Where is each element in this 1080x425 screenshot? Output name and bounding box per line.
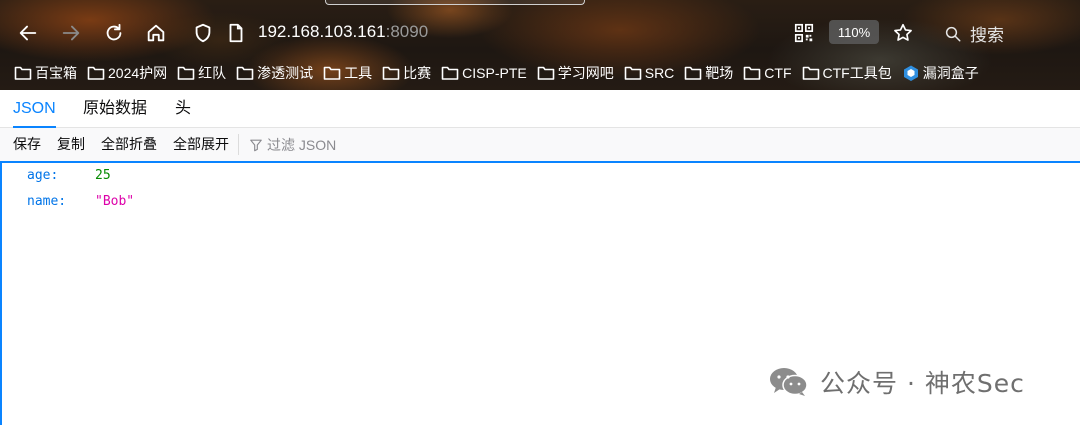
folder-icon <box>236 66 254 80</box>
json-row[interactable]: age: 25 <box>27 168 111 183</box>
bookmark-label: 渗透测试 <box>257 65 314 81</box>
folder-icon <box>684 66 702 80</box>
filter-icon <box>250 139 262 151</box>
home-button[interactable] <box>143 20 169 46</box>
bookmark-label: 漏洞盒子 <box>922 65 979 81</box>
filter-placeholder: 过滤 JSON <box>267 136 337 153</box>
bookmark-folder[interactable]: CISP-PTE <box>441 65 527 81</box>
json-value: "Bob" <box>95 194 135 209</box>
tab-raw-data[interactable]: 原始数据 <box>83 90 147 128</box>
reload-icon <box>106 23 122 41</box>
watermark: 公众号 · 神农Sec <box>768 364 1025 400</box>
forward-button[interactable] <box>58 20 84 46</box>
bookmark-label: CTF工具包 <box>822 65 892 81</box>
bookmark-folder[interactable]: 2024护网 <box>87 63 167 83</box>
bookmark-label: SRC <box>644 65 675 81</box>
folder-icon <box>382 66 400 80</box>
qr-code-icon <box>794 23 814 43</box>
bookmark-label: 2024护网 <box>108 65 168 81</box>
search-label: 搜索 <box>970 26 1004 46</box>
bookmark-folder[interactable]: SRC <box>624 65 675 81</box>
filter-json-input[interactable]: 过滤 JSON <box>249 128 336 161</box>
zoom-level-button[interactable]: 110% <box>829 20 879 44</box>
bookmark-label: 红队 <box>198 65 227 81</box>
page-info-button[interactable] <box>223 20 249 46</box>
bookmark-label: 工具 <box>344 65 373 81</box>
bookmark-star-button[interactable] <box>890 20 916 46</box>
json-key: age: <box>27 168 59 183</box>
json-value: 25 <box>95 168 111 183</box>
reload-button[interactable] <box>101 20 127 46</box>
site-security-button[interactable] <box>190 20 216 46</box>
bookmark-folder[interactable]: CTF工具包 <box>802 63 892 83</box>
bookmark-label: 比赛 <box>403 65 432 81</box>
search-bar[interactable]: 搜索 <box>944 21 1004 46</box>
hexagon-site-icon <box>903 65 918 81</box>
browser-toolbar: 192.168.103.161:8090 110% 搜索 百宝箱 2024护网 … <box>0 0 1080 90</box>
shield-icon <box>195 23 211 43</box>
bookmark-label: CISP-PTE <box>462 65 527 81</box>
bookmark-label: CTF <box>764 65 792 81</box>
folder-icon <box>802 66 819 80</box>
home-icon <box>147 24 165 42</box>
bookmarks-bar: 百宝箱 2024护网 红队 渗透测试 工具 比赛 CISP-PTE 学习网吧 S… <box>14 61 989 85</box>
dropdown-edge <box>325 0 585 5</box>
address-bar[interactable]: 192.168.103.161:8090 <box>258 22 428 42</box>
collapse-all-button[interactable]: 全部折叠 <box>101 128 157 161</box>
forward-icon <box>62 25 80 41</box>
folder-icon <box>537 66 555 80</box>
bookmark-folder[interactable]: 工具 <box>323 63 372 83</box>
page-icon <box>229 23 243 43</box>
folder-icon <box>441 66 459 80</box>
copy-button[interactable]: 复制 <box>57 128 85 161</box>
bookmark-folder[interactable]: 红队 <box>177 63 226 83</box>
tab-headers[interactable]: 头 <box>175 90 191 128</box>
viewer-tabs: JSON 原始数据 头 <box>0 90 1080 128</box>
json-row[interactable]: name: "Bob" <box>27 194 134 209</box>
bookmark-folder[interactable]: 靶场 <box>684 63 733 83</box>
save-button[interactable]: 保存 <box>13 128 41 161</box>
bookmark-label: 靶场 <box>705 65 734 81</box>
folder-icon <box>323 66 341 80</box>
tab-json[interactable]: JSON <box>13 90 56 128</box>
bookmark-folder[interactable]: CTF <box>743 65 792 81</box>
qr-code-button[interactable] <box>791 20 817 46</box>
back-button[interactable] <box>15 20 41 46</box>
folder-icon <box>743 66 761 80</box>
bookmark-folder[interactable]: 渗透测试 <box>236 63 313 83</box>
watermark-text: 公众号 · 神农Sec <box>820 369 1025 398</box>
bookmark-folder[interactable]: 学习网吧 <box>537 63 614 83</box>
folder-icon <box>14 66 32 80</box>
wechat-icon <box>770 368 808 396</box>
bookmark-link[interactable]: 漏洞盒子 <box>902 63 979 83</box>
back-icon <box>19 25 37 41</box>
folder-icon <box>624 66 642 80</box>
bookmark-folder[interactable]: 百宝箱 <box>14 63 77 83</box>
json-key: name: <box>27 194 67 209</box>
star-icon <box>894 23 912 41</box>
bookmark-label: 学习网吧 <box>557 65 614 81</box>
bookmark-label: 百宝箱 <box>35 65 77 81</box>
json-toolbar: 保存 复制 全部折叠 全部展开 过滤 JSON <box>0 128 1080 161</box>
folder-icon <box>177 66 195 80</box>
folder-icon <box>87 66 105 80</box>
search-icon <box>945 26 961 41</box>
expand-all-button[interactable]: 全部展开 <box>173 128 229 161</box>
url-host: 192.168.103.161 <box>258 22 386 41</box>
toolbar-divider <box>238 134 239 155</box>
bookmark-folder[interactable]: 比赛 <box>382 63 431 83</box>
url-port: :8090 <box>385 22 429 41</box>
